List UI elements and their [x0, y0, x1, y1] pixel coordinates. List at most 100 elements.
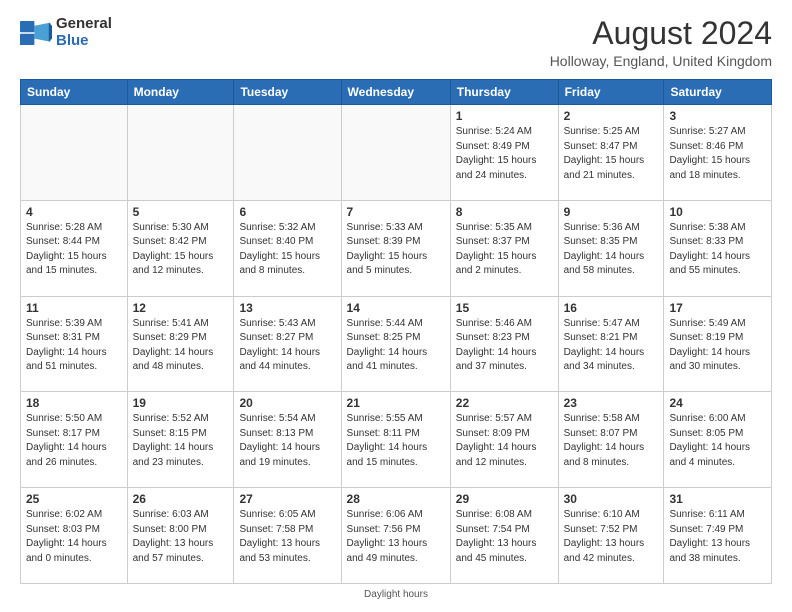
day-number: 14	[347, 301, 445, 315]
day-info: Sunrise: 5:30 AM Sunset: 8:42 PM Dayligh…	[133, 221, 229, 279]
logo-line1: General	[56, 16, 112, 33]
calendar-cell: 20 Sunrise: 5:54 AM Sunset: 8:13 PM Dayli…	[234, 392, 341, 488]
logo-line2: Blue	[56, 32, 89, 49]
calendar-cell: 27 Sunrise: 6:05 AM Sunset: 7:58 PM Dayli…	[234, 488, 341, 584]
day-info: Sunrise: 5:55 AM Sunset: 8:11 PM Dayligh…	[347, 412, 445, 470]
calendar-cell: 14 Sunrise: 5:44 AM Sunset: 8:25 PM Dayli…	[341, 296, 450, 392]
footer-note-text: Daylight hours	[364, 589, 428, 600]
day-number: 1	[456, 109, 553, 123]
calendar-cell: 4 Sunrise: 5:28 AM Sunset: 8:44 PM Daylig…	[21, 200, 128, 296]
day-number: 23	[564, 396, 659, 410]
calendar-cell: 3 Sunrise: 5:27 AM Sunset: 8:46 PM Daylig…	[664, 105, 772, 201]
day-number: 4	[26, 205, 122, 219]
day-number: 24	[669, 396, 766, 410]
calendar-header-wednesday: Wednesday	[341, 80, 450, 105]
day-number: 31	[669, 492, 766, 506]
day-info: Sunrise: 5:25 AM Sunset: 8:47 PM Dayligh…	[564, 125, 659, 183]
calendar-week-1: 1 Sunrise: 5:24 AM Sunset: 8:49 PM Daylig…	[21, 105, 772, 201]
calendar-cell: 21 Sunrise: 5:55 AM Sunset: 8:11 PM Dayli…	[341, 392, 450, 488]
calendar-week-2: 4 Sunrise: 5:28 AM Sunset: 8:44 PM Daylig…	[21, 200, 772, 296]
day-number: 18	[26, 396, 122, 410]
day-info: Sunrise: 5:58 AM Sunset: 8:07 PM Dayligh…	[564, 412, 659, 470]
main-title: August 2024	[550, 16, 772, 51]
day-info: Sunrise: 5:50 AM Sunset: 8:17 PM Dayligh…	[26, 412, 122, 470]
day-number: 29	[456, 492, 553, 506]
logo-icon	[20, 19, 52, 47]
day-number: 10	[669, 205, 766, 219]
day-info: Sunrise: 5:39 AM Sunset: 8:31 PM Dayligh…	[26, 317, 122, 375]
calendar-cell	[341, 105, 450, 201]
calendar-cell: 22Sunrise: 5:57 AM Sunset: 8:09 PM Dayli…	[450, 392, 558, 488]
day-info: Sunrise: 6:05 AM Sunset: 7:58 PM Dayligh…	[239, 508, 335, 566]
day-info: Sunrise: 5:44 AM Sunset: 8:25 PM Dayligh…	[347, 317, 445, 375]
day-info: Sunrise: 5:52 AM Sunset: 8:15 PM Dayligh…	[133, 412, 229, 470]
day-number: 12	[133, 301, 229, 315]
day-number: 21	[347, 396, 445, 410]
day-info: Sunrise: 5:49 AM Sunset: 8:19 PM Dayligh…	[669, 317, 766, 375]
calendar-cell: 7Sunrise: 5:33 AM Sunset: 8:39 PM Daylig…	[341, 200, 450, 296]
calendar-cell: 12 Sunrise: 5:41 AM Sunset: 8:29 PM Dayli…	[127, 296, 234, 392]
day-info: Sunrise: 5:24 AM Sunset: 8:49 PM Dayligh…	[456, 125, 553, 183]
day-info: Sunrise: 5:46 AM Sunset: 8:23 PM Dayligh…	[456, 317, 553, 375]
page: General Blue August 2024 Holloway, Engla…	[0, 0, 792, 612]
day-number: 2	[564, 109, 659, 123]
day-info: Sunrise: 5:38 AM Sunset: 8:33 PM Dayligh…	[669, 221, 766, 279]
day-info: Sunrise: 5:35 AM Sunset: 8:37 PM Dayligh…	[456, 221, 553, 279]
calendar-week-5: 25Sunrise: 6:02 AM Sunset: 8:03 PM Dayli…	[21, 488, 772, 584]
logo-text: General Blue	[56, 16, 112, 49]
calendar-cell: 11 Sunrise: 5:39 AM Sunset: 8:31 PM Dayli…	[21, 296, 128, 392]
calendar-cell	[21, 105, 128, 201]
calendar-cell: 25Sunrise: 6:02 AM Sunset: 8:03 PM Dayli…	[21, 488, 128, 584]
subtitle: Holloway, England, United Kingdom	[550, 53, 772, 69]
day-info: Sunrise: 6:10 AM Sunset: 7:52 PM Dayligh…	[564, 508, 659, 566]
calendar-cell: 31 Sunrise: 6:11 AM Sunset: 7:49 PM Dayli…	[664, 488, 772, 584]
day-number: 27	[239, 492, 335, 506]
day-info: Sunrise: 5:47 AM Sunset: 8:21 PM Dayligh…	[564, 317, 659, 375]
calendar-cell: 19 Sunrise: 5:52 AM Sunset: 8:15 PM Dayli…	[127, 392, 234, 488]
footer-note: Daylight hours	[20, 589, 772, 600]
day-info: Sunrise: 6:02 AM Sunset: 8:03 PM Dayligh…	[26, 508, 122, 566]
calendar-cell: 28Sunrise: 6:06 AM Sunset: 7:56 PM Dayli…	[341, 488, 450, 584]
day-number: 6	[239, 205, 335, 219]
day-info: Sunrise: 5:54 AM Sunset: 8:13 PM Dayligh…	[239, 412, 335, 470]
calendar-cell	[234, 105, 341, 201]
day-info: Sunrise: 6:08 AM Sunset: 7:54 PM Dayligh…	[456, 508, 553, 566]
day-info: Sunrise: 5:32 AM Sunset: 8:40 PM Dayligh…	[239, 221, 335, 279]
calendar-header-friday: Friday	[558, 80, 664, 105]
calendar-cell: 5Sunrise: 5:30 AM Sunset: 8:42 PM Daylig…	[127, 200, 234, 296]
calendar-cell: 18 Sunrise: 5:50 AM Sunset: 8:17 PM Dayli…	[21, 392, 128, 488]
calendar-cell	[127, 105, 234, 201]
calendar-header-monday: Monday	[127, 80, 234, 105]
day-info: Sunrise: 5:57 AM Sunset: 8:09 PM Dayligh…	[456, 412, 553, 470]
calendar-cell: 6 Sunrise: 5:32 AM Sunset: 8:40 PM Daylig…	[234, 200, 341, 296]
day-number: 11	[26, 301, 122, 315]
day-info: Sunrise: 5:27 AM Sunset: 8:46 PM Dayligh…	[669, 125, 766, 183]
day-info: Sunrise: 6:06 AM Sunset: 7:56 PM Dayligh…	[347, 508, 445, 566]
day-number: 3	[669, 109, 766, 123]
calendar-cell: 30 Sunrise: 6:10 AM Sunset: 7:52 PM Dayli…	[558, 488, 664, 584]
day-info: Sunrise: 5:28 AM Sunset: 8:44 PM Dayligh…	[26, 221, 122, 279]
calendar-cell: 23 Sunrise: 5:58 AM Sunset: 8:07 PM Dayli…	[558, 392, 664, 488]
calendar-cell: 26Sunrise: 6:03 AM Sunset: 8:00 PM Dayli…	[127, 488, 234, 584]
day-number: 17	[669, 301, 766, 315]
day-info: Sunrise: 6:11 AM Sunset: 7:49 PM Dayligh…	[669, 508, 766, 566]
calendar-header-sunday: Sunday	[21, 80, 128, 105]
day-info: Sunrise: 6:00 AM Sunset: 8:05 PM Dayligh…	[669, 412, 766, 470]
calendar-cell: 9Sunrise: 5:36 AM Sunset: 8:35 PM Daylig…	[558, 200, 664, 296]
day-number: 19	[133, 396, 229, 410]
header: General Blue August 2024 Holloway, Engla…	[20, 16, 772, 69]
calendar-cell: 8Sunrise: 5:35 AM Sunset: 8:37 PM Daylig…	[450, 200, 558, 296]
calendar-header-tuesday: Tuesday	[234, 80, 341, 105]
calendar-cell: 13Sunrise: 5:43 AM Sunset: 8:27 PM Dayli…	[234, 296, 341, 392]
calendar-header-row: SundayMondayTuesdayWednesdayThursdayFrid…	[21, 80, 772, 105]
day-info: Sunrise: 5:41 AM Sunset: 8:29 PM Dayligh…	[133, 317, 229, 375]
calendar-cell: 2 Sunrise: 5:25 AM Sunset: 8:47 PM Daylig…	[558, 105, 664, 201]
calendar-header-saturday: Saturday	[664, 80, 772, 105]
day-number: 30	[564, 492, 659, 506]
calendar-header-thursday: Thursday	[450, 80, 558, 105]
calendar-cell: 15Sunrise: 5:46 AM Sunset: 8:23 PM Dayli…	[450, 296, 558, 392]
title-block: August 2024 Holloway, England, United Ki…	[550, 16, 772, 69]
day-number: 20	[239, 396, 335, 410]
day-number: 7	[347, 205, 445, 219]
calendar-week-3: 11 Sunrise: 5:39 AM Sunset: 8:31 PM Dayli…	[21, 296, 772, 392]
